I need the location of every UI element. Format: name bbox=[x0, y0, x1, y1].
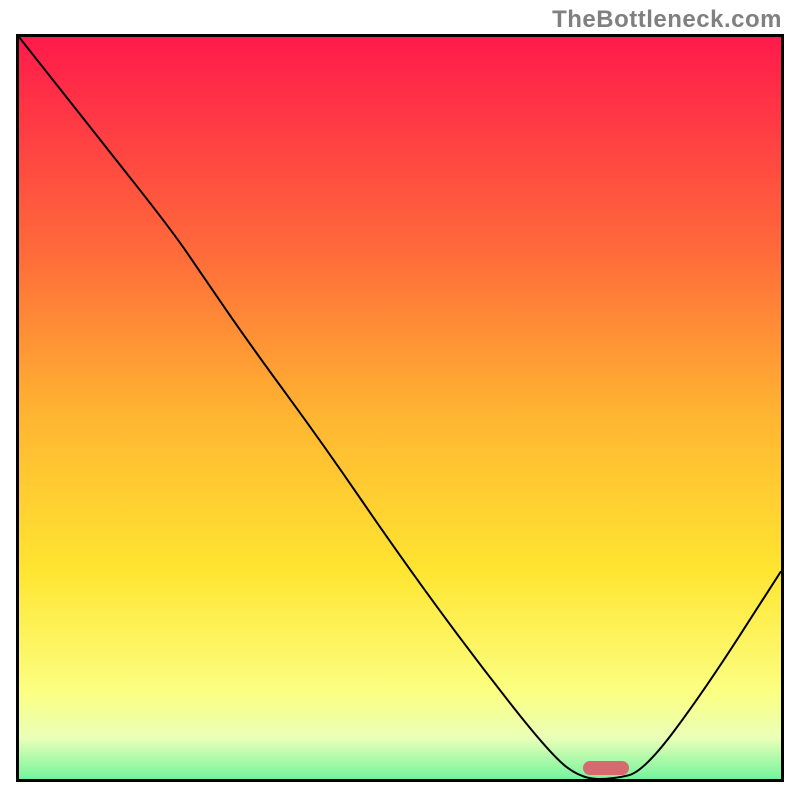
plot-area bbox=[16, 34, 784, 782]
watermark-text: TheBottleneck.com bbox=[552, 6, 782, 34]
bottleneck-curve bbox=[19, 37, 781, 779]
optimal-range-marker bbox=[583, 761, 629, 775]
chart-container: TheBottleneck.com bbox=[0, 0, 800, 800]
